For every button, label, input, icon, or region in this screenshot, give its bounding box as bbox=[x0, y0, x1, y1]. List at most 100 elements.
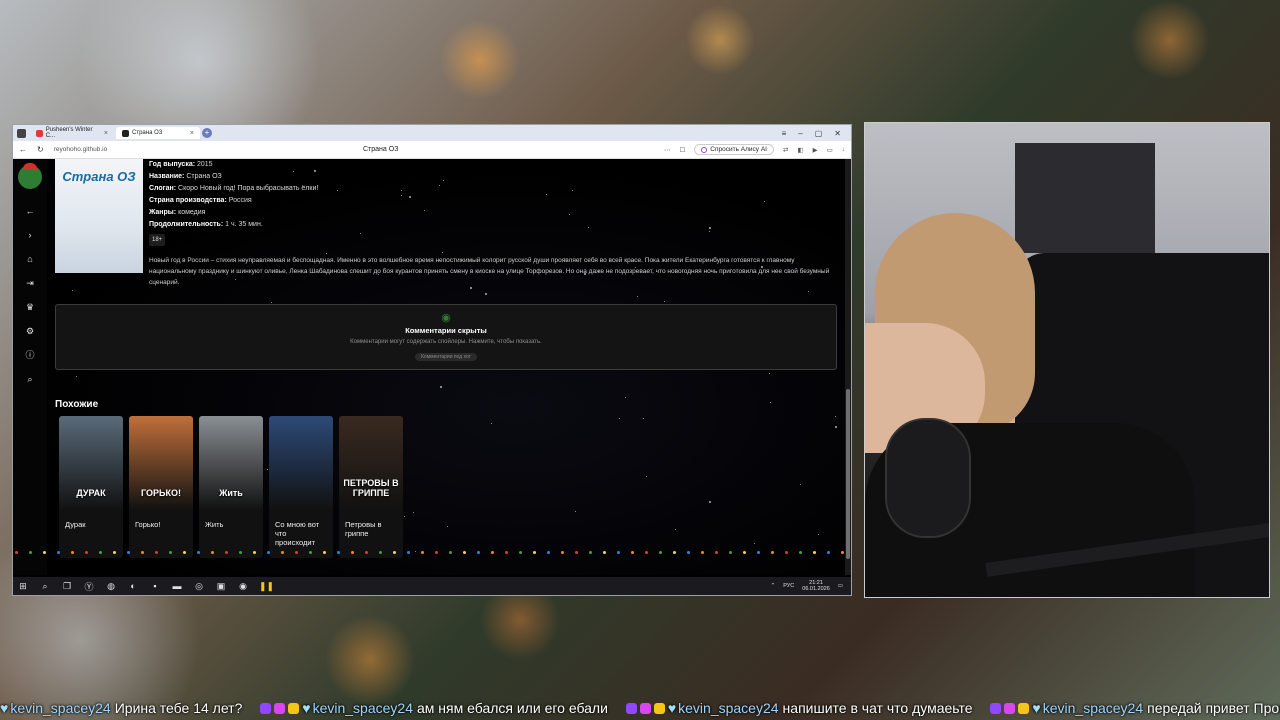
close-icon[interactable]: × bbox=[190, 130, 194, 137]
garland-bulb bbox=[127, 551, 130, 554]
star bbox=[764, 201, 766, 203]
garland-bulb bbox=[617, 551, 620, 554]
tab-strana-oz[interactable]: Страна ОЗ × bbox=[116, 127, 200, 139]
heart-icon: ♥ bbox=[302, 700, 311, 716]
heart-icon: ♥ bbox=[1032, 700, 1041, 716]
play-icon[interactable]: ▶ bbox=[813, 146, 818, 154]
card-poster-text: ГОРЬКО! bbox=[141, 488, 181, 498]
site-logo[interactable] bbox=[18, 163, 42, 189]
maximize-icon[interactable]: ▢ bbox=[815, 129, 823, 138]
garland-bulb bbox=[645, 551, 648, 554]
pause-icon[interactable]: ❚❚ bbox=[259, 581, 274, 592]
chat-message: ♥ kevin_spacey24 ам ням ебался или его еба… bbox=[260, 697, 608, 720]
card-poster: ГОРЬКО! bbox=[129, 416, 193, 510]
garland-bulb bbox=[729, 551, 732, 554]
similar-card-petrovy[interactable]: ПЕТРОВЫ В ГРИППЕ Петровы в гриппе bbox=[339, 416, 403, 558]
similar-card-durak[interactable]: ДУРАК Дурак bbox=[59, 416, 123, 558]
star bbox=[491, 423, 493, 425]
back-arrow-icon[interactable]: ← bbox=[19, 145, 27, 154]
emote-badge-icon bbox=[288, 703, 300, 714]
browser-window: Pusheen's Winter C... × Страна ОЗ × + ≡ … bbox=[12, 124, 852, 596]
settings-gear-icon[interactable]: ⚙ bbox=[18, 319, 42, 343]
garland-bulb bbox=[673, 551, 676, 554]
garland-bulb bbox=[841, 551, 844, 554]
garland-bulb bbox=[29, 551, 32, 554]
garland-bulb bbox=[491, 551, 494, 554]
windows-taskbar: ⊞ ⌕ ❐ Ⓨ ◍ ◐ ▪ ▬ ◎ ▣ ◉ ❚❚ ⌃ РУС 21:21 06.… bbox=[13, 577, 851, 595]
workspaces-icon[interactable] bbox=[17, 128, 26, 138]
info-row-year: Год выпуска: 2015 bbox=[149, 159, 318, 171]
new-tab-button[interactable]: + bbox=[202, 128, 212, 138]
edge-icon[interactable]: ◐ bbox=[127, 581, 139, 591]
menu-icon[interactable]: ≡ bbox=[782, 129, 787, 138]
info-row-country: Страна производства: Россия bbox=[149, 195, 318, 207]
file-explorer-icon[interactable]: ▬ bbox=[171, 581, 183, 591]
more-icon[interactable]: ⋯ bbox=[664, 146, 671, 154]
ask-alice-button[interactable]: Спросить Алису AI bbox=[694, 144, 774, 155]
chat-text: ам ням ебался или его ебали bbox=[416, 700, 608, 716]
garland-bulb bbox=[253, 551, 256, 554]
yandex-browser-icon[interactable]: Ⓨ bbox=[83, 580, 95, 593]
download-icon[interactable]: ↓ bbox=[842, 146, 845, 153]
twitch-badge-icon bbox=[625, 703, 637, 714]
similar-card-gorko[interactable]: ГОРЬКО! Горько! bbox=[129, 416, 193, 558]
windows-start-icon[interactable]: ⊞ bbox=[17, 581, 29, 592]
chat-message: ♥kevin_spacey24передай привет Прокиту bbox=[990, 697, 1280, 720]
garland-bulb bbox=[435, 551, 438, 554]
garland-bulb bbox=[337, 551, 340, 554]
search-icon[interactable]: ⌕ bbox=[18, 367, 42, 391]
star bbox=[440, 386, 443, 389]
minimize-icon[interactable]: – bbox=[798, 129, 802, 138]
page-scrollbar[interactable] bbox=[845, 159, 851, 575]
garland-bulb bbox=[799, 551, 802, 554]
login-icon[interactable]: ⇥ bbox=[18, 271, 42, 295]
notifications-icon[interactable]: ▭ bbox=[838, 583, 843, 589]
similar-card-so-mnoyu[interactable]: Со мною вот что происходит bbox=[269, 416, 333, 558]
close-window-icon[interactable]: ✕ bbox=[834, 129, 841, 138]
translate-icon[interactable]: ⇄ bbox=[783, 146, 788, 154]
bookmark-icon[interactable]: ☐ bbox=[679, 146, 685, 154]
obs-icon[interactable]: ◉ bbox=[237, 581, 249, 592]
tray-expand-icon[interactable]: ⌃ bbox=[771, 583, 776, 589]
photoshop-icon[interactable]: ▪ bbox=[149, 581, 161, 591]
home-icon[interactable]: ⌂ bbox=[18, 247, 42, 271]
show-comments-button[interactable]: Комментарии под хот bbox=[415, 353, 477, 361]
star bbox=[619, 417, 621, 419]
back-icon[interactable]: ← bbox=[18, 199, 42, 223]
reload-icon[interactable]: ↻ bbox=[37, 145, 44, 154]
garland-bulb bbox=[379, 551, 382, 554]
trophy-icon[interactable]: ♛ bbox=[18, 295, 42, 319]
taskbar-search-icon[interactable]: ⌕ bbox=[39, 581, 51, 592]
movie-description: Новый год в России – стихия неуправляема… bbox=[149, 257, 830, 286]
close-icon[interactable]: × bbox=[104, 130, 108, 137]
task-view-icon[interactable]: ❐ bbox=[61, 581, 73, 592]
url-field[interactable]: reyohoho.github.io bbox=[54, 146, 108, 153]
app-icon[interactable]: ▣ bbox=[215, 581, 227, 592]
movie-info: Год выпуска: 2015 Название: Страна ОЗ Сл… bbox=[149, 159, 318, 246]
garland-bulb bbox=[477, 551, 480, 554]
share-icon[interactable]: ▭ bbox=[827, 146, 833, 154]
card-poster-text: Жить bbox=[219, 488, 243, 498]
clock[interactable]: 21:21 06.01.2026 bbox=[802, 580, 830, 592]
extension-icon[interactable]: ◧ bbox=[797, 146, 803, 154]
language-indicator[interactable]: РУС bbox=[783, 583, 794, 589]
heart-icon: ♥ bbox=[667, 700, 677, 716]
garland-bulb bbox=[71, 551, 74, 554]
garland-bulb bbox=[295, 551, 298, 554]
star bbox=[636, 295, 638, 297]
star bbox=[72, 290, 74, 292]
garland-bulb bbox=[715, 551, 718, 554]
tab-pusheen[interactable]: Pusheen's Winter C... × bbox=[30, 127, 114, 139]
garland-bulb bbox=[827, 551, 830, 554]
star bbox=[835, 416, 837, 418]
twitch-badge-icon bbox=[990, 703, 1002, 714]
similar-card-zhit[interactable]: Жить Жить bbox=[199, 416, 263, 558]
info-icon[interactable]: ⓘ bbox=[18, 343, 42, 367]
hidden-comments-panel[interactable]: ◉ Комментарии скрыты Комментарии могут с… bbox=[55, 304, 837, 370]
star bbox=[674, 529, 676, 531]
forward-icon[interactable]: › bbox=[18, 223, 42, 247]
heart-icon: ♥ bbox=[0, 700, 9, 716]
chat-message: ♥ kevin_spacey24 Ирина тебе 14 лет? bbox=[0, 697, 242, 720]
chrome-icon[interactable]: ◍ bbox=[105, 581, 117, 592]
steam-icon[interactable]: ◎ bbox=[193, 581, 205, 592]
